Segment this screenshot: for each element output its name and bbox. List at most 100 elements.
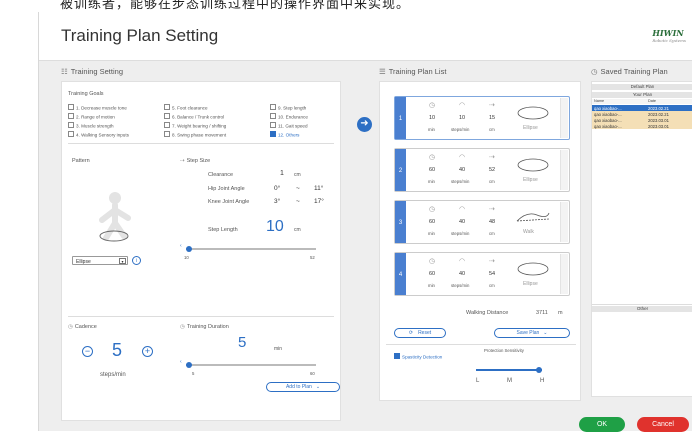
segment-pattern: Ellipse <box>523 125 538 131</box>
sensitivity-level-label: H <box>540 378 545 384</box>
clearance-unit: cm <box>294 172 301 178</box>
segment-duration: 10 <box>429 115 436 121</box>
segment-step-length: 52 <box>489 167 496 173</box>
segment-step-length: 15 <box>489 115 496 121</box>
slider-knob[interactable] <box>536 367 542 373</box>
hiwin-logo: HIWIN Robotic Systems <box>652 28 686 43</box>
knee-angle-dash: ~ <box>296 198 300 205</box>
cadence-label: ◷ Cadence <box>68 324 97 330</box>
segment-cadence: 40 <box>459 219 466 225</box>
goal-checkbox[interactable]: 12. Others <box>270 131 299 138</box>
pattern-shape-icon <box>517 262 549 276</box>
pattern-select-value: Ellipse <box>76 258 91 265</box>
cadence-plus-button[interactable]: + <box>142 346 153 357</box>
segment-scrollbar[interactable] <box>560 202 568 242</box>
window-title: Training Plan Setting <box>61 26 219 45</box>
goal-checkbox[interactable]: 1. Decrease muscle tone <box>68 104 127 111</box>
cadence-minus-button[interactable]: − <box>82 346 93 357</box>
goal-checkbox[interactable]: 6. Balance / Trunk control <box>164 113 224 120</box>
goal-checkbox[interactable]: 2. Range of motion <box>68 113 115 120</box>
segment-scrollbar[interactable] <box>560 150 568 190</box>
segment-cadence: 10 <box>459 115 466 121</box>
goal-checkbox[interactable]: 11. Gait speed <box>270 122 308 129</box>
segment-unit-cm: cm <box>489 179 495 184</box>
add-to-plan-button[interactable]: Add to Plan ⌄ <box>266 382 340 392</box>
training-plan-list-title: ☰ Training Plan List <box>379 67 447 76</box>
spasticity-detection-checkbox[interactable]: Spasticity Detection <box>394 353 442 360</box>
step-length-slider[interactable] <box>186 246 316 252</box>
cadence-value: 5 <box>112 340 123 360</box>
plan-segment[interactable]: 2 ◷ ◠ ⇢ 60 40 52 min steps/min cm Ellipse <box>394 148 570 192</box>
cancel-button[interactable]: Cancel <box>637 417 689 432</box>
saved-table-header: Name Date <box>592 99 692 104</box>
pattern-shape-icon <box>516 212 550 222</box>
step-icon: ⇢ <box>489 102 495 109</box>
training-setting-title: ☷ Training Setting <box>61 67 123 76</box>
segment-unit-min: min <box>428 283 435 288</box>
segment-number: 3 <box>395 201 406 243</box>
slider-knob[interactable] <box>186 362 192 368</box>
clock-icon: ◷ <box>429 102 436 109</box>
duration-max: 60 <box>310 371 315 376</box>
pattern-shape-icon <box>517 106 549 120</box>
settings-icon: ☷ <box>61 67 68 76</box>
reset-button[interactable]: ⟳ Reset <box>394 328 446 338</box>
walking-distance-unit: m <box>558 310 563 316</box>
your-plan-header[interactable]: Your Plan <box>592 92 692 98</box>
sensitivity-level-label: L <box>476 378 480 384</box>
training-goals-label: Training Goals <box>68 91 104 97</box>
step-size-label: ⇢ Step Size <box>180 158 211 164</box>
duration-slider-left-arrow: ‹ <box>180 359 182 365</box>
segment-scrollbar[interactable] <box>560 254 568 294</box>
pattern-select[interactable]: Ellipse ▾ <box>72 256 128 265</box>
goal-checkbox[interactable]: 7. Weight bearing / shifting <box>164 122 226 129</box>
goal-checkbox[interactable]: 5. Foot clearance <box>164 104 208 111</box>
plan-segment[interactable]: 3 ◷ ◠ ⇢ 60 40 48 min steps/min cm Walk <box>394 200 570 244</box>
goal-checkbox[interactable]: 8. Swing phase movement <box>164 131 226 138</box>
default-plan-header[interactable]: Default Plan <box>592 84 692 90</box>
saved-plan-panel: Default Plan Your Plan Name Date qao xia… <box>591 81 692 397</box>
segment-cadence: 40 <box>459 271 466 277</box>
plan-segment[interactable]: 1 ◷ ◠ ⇢ 10 10 15 min steps/min cm Ellipse <box>394 96 570 140</box>
goal-checkbox[interactable]: 3. Muscle strength <box>68 122 114 129</box>
segment-unit-min: min <box>428 231 435 236</box>
ok-button[interactable]: OK <box>579 417 625 432</box>
top-caption-text: 被训练者，能够在步态训练过程中的操作界面中来实现。 <box>60 0 411 11</box>
segment-unit-spm: steps/min <box>451 127 470 132</box>
duration-unit: min <box>274 346 283 352</box>
chevron-down-icon: ⌄ <box>315 384 321 390</box>
goal-checkbox[interactable]: 9. Step length <box>270 104 306 111</box>
sensitivity-level-label: M <box>507 378 512 384</box>
step-length-value: 10 <box>266 218 284 235</box>
saved-training-plan-title: ◷ Saved Training Plan <box>591 67 668 76</box>
walking-distance-value: 3711 <box>536 310 548 316</box>
step-min: 10 <box>184 255 189 260</box>
slider-track <box>186 248 316 250</box>
slider-knob[interactable] <box>186 246 192 252</box>
goal-checkbox[interactable]: 10. Endurance <box>270 113 308 120</box>
arrow-right-icon[interactable]: ➜ <box>357 117 372 132</box>
segment-scrollbar[interactable] <box>560 98 568 138</box>
logo-subtext: Robotic Systems <box>652 38 686 43</box>
clock-icon: ◷ <box>429 258 436 265</box>
save-plan-button[interactable]: Save Plan ⌄ <box>494 328 570 338</box>
plan-segment[interactable]: 4 ◷ ◠ ⇢ 60 40 54 min steps/min cm Ellipse <box>394 252 570 296</box>
other-plan-header[interactable]: Other <box>592 306 692 312</box>
logo-text: HIWIN <box>652 28 684 38</box>
content-area: ☷ Training Setting Training Goals 1. Decr… <box>39 60 692 432</box>
saved-list-area <box>592 105 692 305</box>
segment-unit-min: min <box>428 179 435 184</box>
protection-sensitivity-slider[interactable] <box>476 367 542 373</box>
segment-unit-min: min <box>428 127 435 132</box>
goal-checkbox[interactable]: 4. Walking Sensory inputs <box>68 131 129 138</box>
pattern-shape-icon <box>517 158 549 172</box>
training-setting-panel: Training Goals 1. Decrease muscle tone 2.… <box>61 81 341 421</box>
segment-pattern: Ellipse <box>523 281 538 287</box>
knee-angle-from: 3° <box>274 198 281 205</box>
training-plan-list-panel: 1 ◷ ◠ ⇢ 10 10 15 min steps/min cm Ellipse 2 ◷ ◠ ⇢ 60 40 5… <box>379 81 581 401</box>
segment-unit-cm: cm <box>489 127 495 132</box>
info-icon[interactable]: i <box>132 256 141 265</box>
clock-icon: ◷ <box>429 206 436 213</box>
cadence-icon: ◠ <box>459 154 466 161</box>
duration-slider[interactable] <box>186 362 316 368</box>
